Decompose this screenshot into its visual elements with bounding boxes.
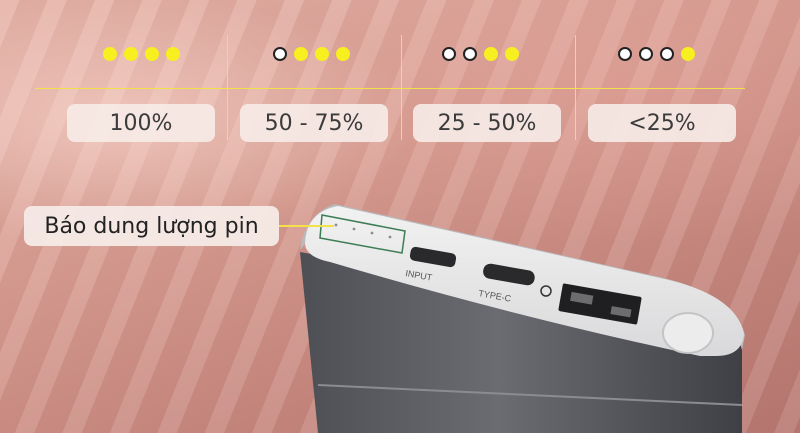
led-3: [370, 231, 374, 235]
led-2: [352, 227, 356, 231]
power-button: [662, 312, 714, 354]
led-1: [334, 223, 338, 227]
battery-indicator-callout: Báo dung lượng pin: [24, 206, 279, 246]
led-4: [388, 235, 392, 239]
callout-leader-line: [279, 225, 334, 227]
